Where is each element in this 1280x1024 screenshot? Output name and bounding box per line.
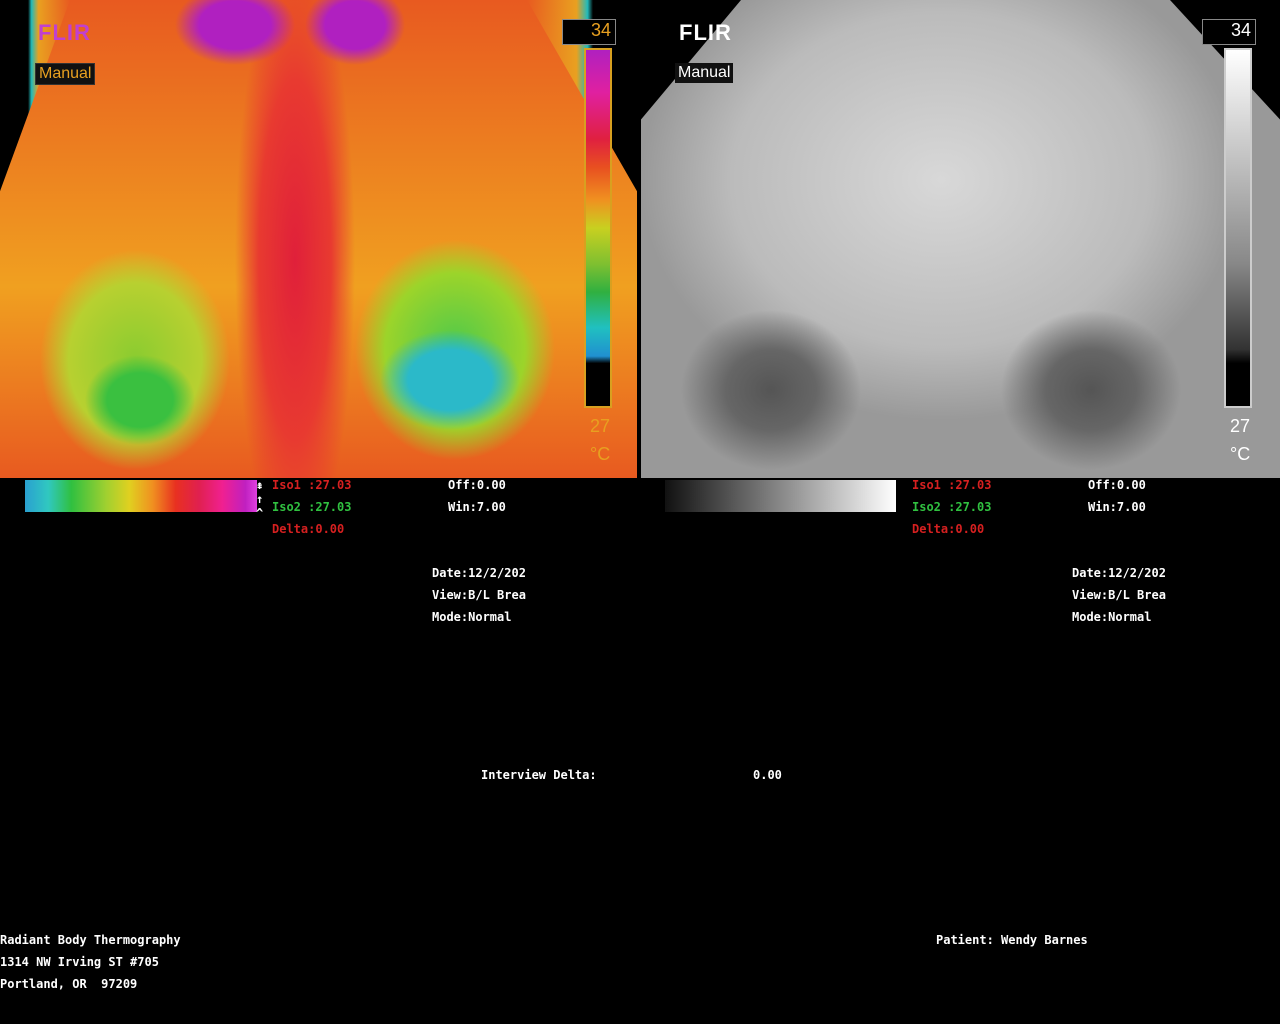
iso1-reading: Iso1 :27.03 [912,478,992,492]
scale-max-value: 34 [562,19,616,45]
delta-reading: Delta:0.00 [912,522,985,536]
date-text: Date:12/2/202 [1072,566,1166,580]
manual-badge: Manual [35,63,96,85]
date-text: Date:12/2/202 [432,566,526,580]
flir-logo: FLIR [679,20,732,45]
iso-markers-icon: ⇞ ↑ ^ [256,478,264,520]
palette-strip [25,480,257,512]
interview-delta-value: 0.00 [753,768,782,782]
window-reading: Win:7.00 [448,500,506,514]
view-text: View:B/L Brea [432,588,526,602]
unit-label: °C [590,444,611,464]
delta-reading: Delta:0.00 [272,522,345,536]
thermal-grayscale-image [641,0,1280,478]
scale-min-value: 27 [1230,416,1251,436]
view-text: View:B/L Brea [1072,588,1166,602]
clinic-address-line1: 1314 NW Irving ST #705 [0,955,159,969]
scale-max-value: 34 [1202,19,1256,45]
clinic-name: Radiant Body Thermography [0,933,181,947]
palette-strip [665,480,896,512]
offset-reading: Off:0.00 [1088,478,1146,492]
gray-scale-bar [1224,48,1252,408]
iso2-reading: Iso2 :27.03 [912,500,992,514]
iso2-reading: Iso2 :27.03 [272,500,352,514]
manual-badge: Manual [675,63,734,83]
color-scale-bar [584,48,612,408]
flir-logo: FLIR [38,20,91,45]
unit-label: °C [1230,444,1251,464]
clinic-address-line2: Portland, OR 97209 [0,977,138,991]
iso1-reading: Iso1 :27.03 [272,478,352,492]
thermal-color-image [0,0,637,478]
patient-name: Patient: Wendy Barnes [936,933,1088,947]
mode-text: Mode:Normal [432,610,512,624]
offset-reading: Off:0.00 [448,478,506,492]
window-reading: Win:7.00 [1088,500,1146,514]
mode-text: Mode:Normal [1072,610,1152,624]
scale-min-value: 27 [590,416,611,436]
interview-delta-label: Interview Delta: [481,768,597,782]
